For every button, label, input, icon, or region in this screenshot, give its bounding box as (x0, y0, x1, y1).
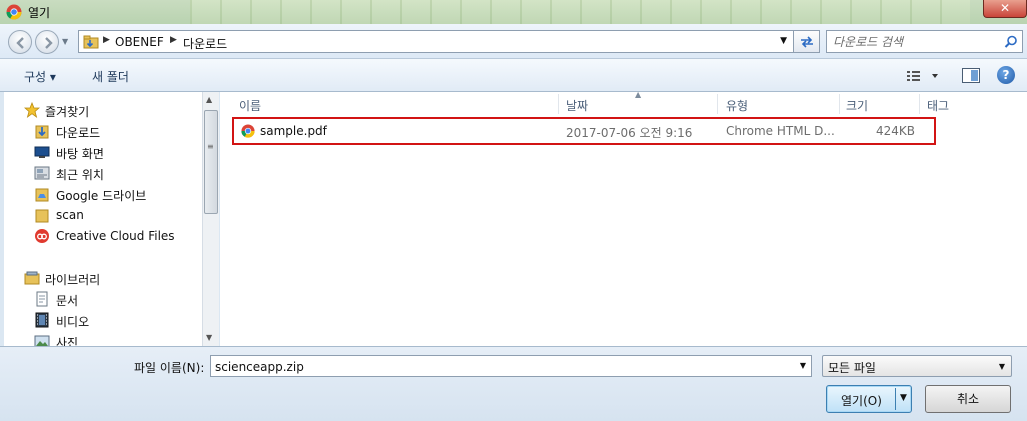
forward-arrow-icon (45, 37, 53, 49)
chrome-file-icon (241, 124, 255, 138)
refresh-icon (801, 36, 813, 48)
filetype-select[interactable]: 모든 파일 ▼ (822, 355, 1012, 377)
filename-combobox[interactable]: ▼ (210, 355, 812, 377)
split-divider (895, 388, 896, 410)
downloads-folder-icon (35, 125, 49, 139)
pictures-icon (34, 335, 50, 346)
sidebar-item-google-drive[interactable]: Google 드라이브 (4, 184, 202, 204)
sidebar-item-documents[interactable]: 문서 (4, 289, 202, 309)
address-dropdown-icon[interactable]: ▼ (780, 36, 787, 46)
history-dropdown-icon[interactable]: ▼ (62, 37, 68, 46)
sidebar-item-label: 바탕 화면 (56, 147, 104, 161)
folder-nav-icon (83, 35, 99, 49)
video-icon (35, 312, 49, 328)
refresh-button[interactable] (794, 30, 820, 53)
sidebar-item-downloads[interactable]: 다운로드 (4, 121, 202, 141)
chevron-right-icon[interactable]: ▶ (170, 35, 177, 45)
column-divider[interactable] (558, 94, 559, 114)
open-button[interactable]: 열기(O) ▼ (826, 385, 912, 413)
scroll-grip-icon: ≡ (207, 142, 214, 151)
search-icon[interactable] (1004, 35, 1018, 49)
library-icon (24, 271, 40, 285)
chevron-right-icon[interactable]: ▶ (103, 35, 110, 45)
search-box[interactable] (826, 30, 1023, 53)
sidebar-item-label: Creative Cloud Files (56, 229, 175, 243)
file-date: 2017-07-06 오전 9:16 (566, 126, 693, 140)
desktop-icon (34, 146, 50, 158)
organize-button[interactable]: 구성 ▾ (24, 68, 56, 85)
address-bar[interactable]: ▶ OBENEF ▶ 다운로드 ▼ (78, 30, 794, 53)
column-header-tags[interactable]: 태그 (927, 94, 987, 116)
sidebar-item-label: 최근 위치 (56, 168, 104, 182)
sidebar-item-label: scan (56, 208, 84, 222)
help-icon[interactable]: ? (997, 66, 1015, 84)
star-icon (24, 102, 40, 118)
breadcrumb-downloads[interactable]: 다운로드 (183, 35, 227, 52)
navigation-scrollbar[interactable]: ▲ ≡ ▼ (202, 92, 219, 346)
column-header-name[interactable]: 이름 (239, 94, 559, 116)
sidebar-item-label: 비디오 (56, 315, 90, 329)
chevron-down-icon[interactable]: ▼ (800, 361, 806, 370)
cancel-button[interactable]: 취소 (925, 385, 1011, 413)
folder-icon (35, 188, 49, 202)
sidebar-item-label: 사진 (56, 336, 79, 346)
column-header-size[interactable]: 크기 (846, 94, 916, 116)
chevron-down-icon[interactable]: ▼ (999, 362, 1005, 371)
scroll-down-icon[interactable]: ▼ (206, 333, 212, 342)
file-name: sample.pdf (260, 124, 327, 138)
sidebar-item-label: 다운로드 (56, 126, 101, 140)
sidebar-favorites-header[interactable]: 즐겨찾기 (4, 100, 202, 120)
filename-label: 파일 이름(N): (134, 361, 205, 375)
recent-places-icon (34, 166, 50, 180)
toolbar: 구성 ▾ 새 폴더 ? (0, 58, 1027, 92)
column-divider[interactable] (717, 94, 718, 114)
sidebar-item-creative-cloud[interactable]: Creative Cloud Files (4, 226, 202, 246)
scroll-up-icon[interactable]: ▲ (206, 95, 212, 104)
sidebar-favorites-label: 즐겨찾기 (45, 105, 90, 119)
file-list: 이름 ▲ 날짜 유형 크기 태그 sample.pdf 2017-07-06 오… (220, 90, 1027, 346)
new-folder-button[interactable]: 새 폴더 (92, 68, 129, 85)
documents-icon (36, 291, 48, 307)
column-divider[interactable] (839, 94, 840, 114)
scrollbar-thumb[interactable] (204, 110, 218, 214)
file-row[interactable]: sample.pdf 2017-07-06 오전 9:16 Chrome HTM… (232, 117, 936, 145)
forward-button[interactable] (35, 30, 59, 54)
filename-input[interactable] (215, 359, 785, 374)
breadcrumb-user[interactable]: OBENEF (115, 35, 164, 49)
search-input[interactable] (833, 34, 993, 50)
close-button[interactable]: ✕ (983, 0, 1027, 18)
sidebar-item-label: Google 드라이브 (56, 189, 147, 203)
folder-icon (35, 209, 49, 223)
open-button-label: 열기(O) (841, 394, 882, 408)
navigation-pane: 즐겨찾기 다운로드 바탕 화면 최근 위치 Google 드라이브 scan C… (4, 92, 219, 346)
sidebar-libraries-header[interactable]: 라이브러리 (4, 268, 202, 288)
sidebar-item-video[interactable]: 비디오 (4, 310, 202, 330)
sidebar-item-desktop[interactable]: 바탕 화면 (4, 142, 202, 162)
title-bar-background (190, 0, 970, 24)
sidebar-item-label: 문서 (56, 294, 79, 308)
sidebar-item-recent-places[interactable]: 최근 위치 (4, 163, 202, 183)
back-arrow-icon (16, 37, 24, 49)
column-divider[interactable] (919, 94, 920, 114)
address-row: ▼ ▶ OBENEF ▶ 다운로드 ▼ (0, 24, 1027, 58)
column-header-type[interactable]: 유형 (726, 94, 836, 116)
column-header-date[interactable]: 날짜 (566, 94, 716, 116)
title-bar: 열기 ✕ (0, 0, 1027, 24)
sidebar-item-scan[interactable]: scan (4, 205, 202, 225)
open-options-dropdown-icon[interactable]: ▼ (900, 393, 907, 403)
file-type: Chrome HTML D... (726, 124, 835, 138)
window-title: 열기 (28, 6, 51, 20)
filetype-value: 모든 파일 (828, 361, 876, 375)
preview-pane-icon[interactable] (962, 68, 980, 83)
view-options-icon[interactable] (906, 70, 938, 82)
sidebar-libraries-label: 라이브러리 (45, 273, 101, 287)
creative-cloud-icon (35, 229, 49, 243)
back-button[interactable] (8, 30, 32, 54)
file-size: 424KB (876, 124, 916, 138)
dialog-footer: 파일 이름(N): ▼ 모든 파일 ▼ 열기(O) ▼ 취소 (0, 346, 1027, 421)
chrome-icon (6, 4, 22, 20)
sidebar-item-pictures[interactable]: 사진 (4, 331, 202, 346)
